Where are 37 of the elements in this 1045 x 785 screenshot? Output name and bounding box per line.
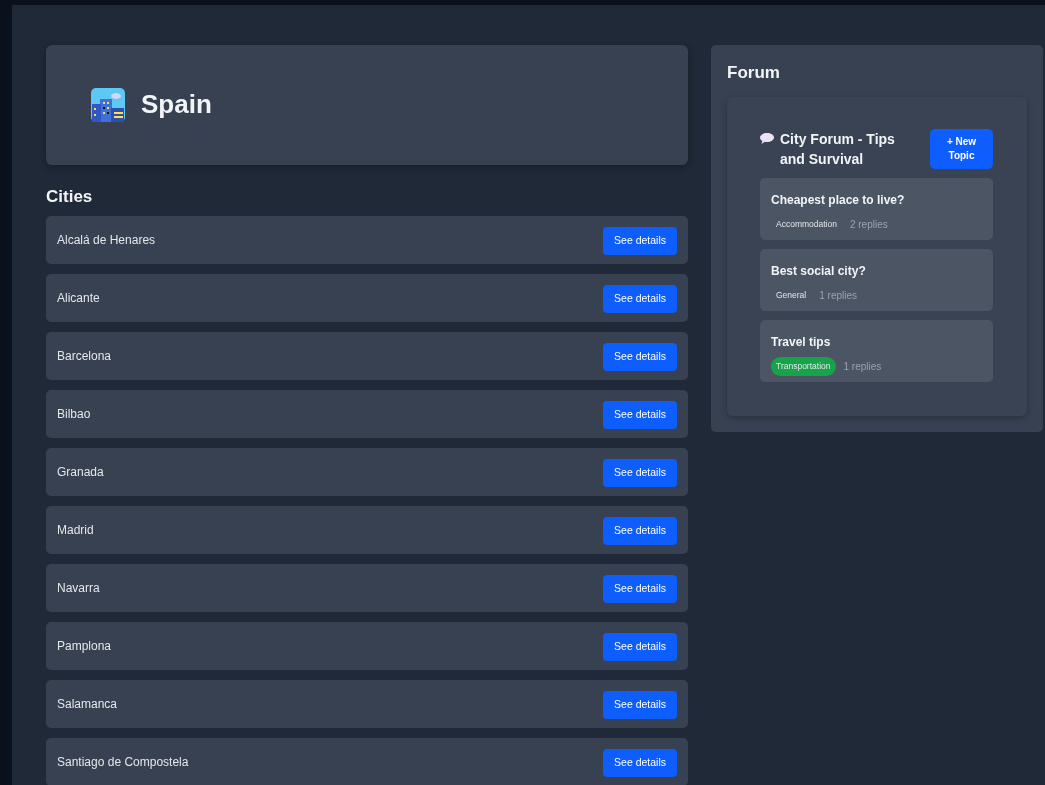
see-details-button[interactable]: See details: [603, 633, 677, 661]
topic-card[interactable]: Cheapest place to live? Accommodation 2 replies: [760, 178, 993, 241]
city-name: Alcalá de Henares: [57, 232, 156, 249]
city-name: Madrid: [57, 522, 94, 539]
city-name: Granada: [57, 464, 104, 481]
topic-card[interactable]: Best social city? General 1 replies: [760, 249, 993, 312]
topic-title: Best social city?: [771, 263, 867, 281]
see-details-button[interactable]: See details: [603, 227, 677, 255]
city-name: Alicante: [57, 290, 100, 307]
city-name: Bilbao: [57, 406, 91, 423]
see-details-button[interactable]: See details: [603, 517, 677, 545]
city-name: Barcelona: [57, 348, 112, 365]
speech-bubble-icon: [760, 133, 774, 145]
see-details-button[interactable]: See details: [603, 401, 677, 429]
category-tag: Transportation: [771, 357, 836, 377]
see-details-button[interactable]: See details: [603, 749, 677, 777]
city-name: Santiago de Compostela: [57, 754, 189, 771]
section-heading: Cities: [46, 186, 94, 208]
city-name: Pamplona: [57, 638, 112, 655]
city-name: Salamanca: [57, 696, 118, 713]
new-topic-button[interactable]: + New Topic: [930, 129, 993, 170]
see-details-button[interactable]: See details: [603, 575, 677, 603]
city-name: Navarra: [57, 580, 100, 597]
reply-count: 2 replies: [849, 218, 888, 233]
topic-card[interactable]: Travel tips Transportation 1 replies: [760, 320, 993, 383]
cityscape-icon: [91, 88, 125, 122]
see-details-button[interactable]: See details: [603, 343, 677, 371]
reply-count: 1 replies: [819, 289, 858, 304]
forum-title: City Forum - Tips and Survival: [780, 130, 896, 170]
topic-title: Cheapest place to live?: [771, 192, 906, 210]
reply-count: 1 replies: [843, 360, 882, 375]
topic-title: Travel tips: [771, 334, 832, 352]
forum-heading: Forum: [727, 63, 781, 84]
see-details-button[interactable]: See details: [603, 691, 677, 719]
see-details-button[interactable]: See details: [603, 459, 677, 487]
country-title: Spain: [141, 89, 212, 121]
see-details-button[interactable]: See details: [603, 285, 677, 313]
